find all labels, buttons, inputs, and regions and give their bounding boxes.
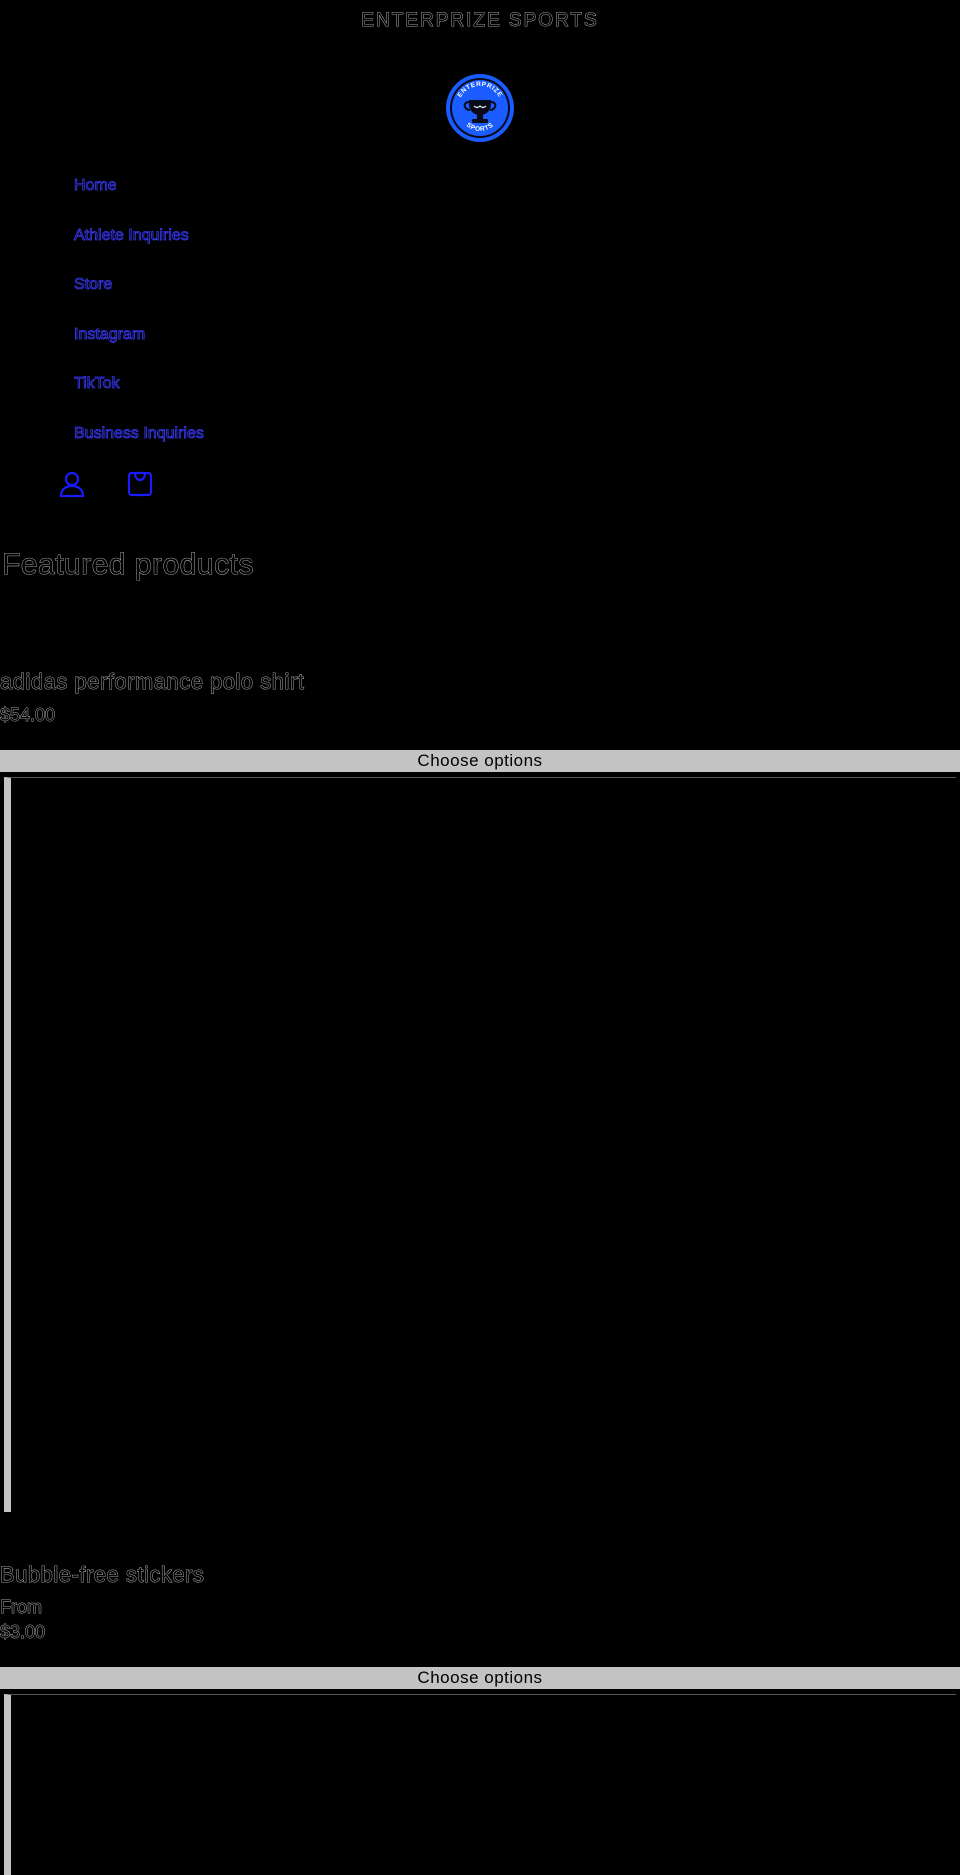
product-title[interactable]: adidas performance polo shirt: [0, 669, 304, 695]
choose-options-button[interactable]: Choose options: [0, 750, 960, 772]
header-icons: [58, 470, 154, 498]
nav-link-store[interactable]: Store: [74, 276, 113, 294]
nav-link-instagram[interactable]: Instagram: [74, 325, 146, 343]
nav-link-athlete-inquiries[interactable]: Athlete Inquiries: [74, 226, 190, 244]
nav-link-home[interactable]: Home: [74, 177, 117, 195]
announcement-bar: ENTERPRIZE SPORTS: [361, 10, 599, 32]
product-image-frame[interactable]: [4, 777, 956, 1512]
product-price: $3.00: [0, 1622, 46, 1643]
cart-icon[interactable]: [126, 470, 154, 498]
choose-options-button[interactable]: Choose options: [0, 1667, 960, 1689]
nav-link-tiktok[interactable]: TikTok: [74, 375, 120, 393]
trophy-logo-icon: ENTERPRIZE SPORTS: [446, 74, 514, 142]
product-price-from-label: From: [0, 1597, 42, 1618]
product-price: $54.00: [0, 705, 56, 726]
store-logo[interactable]: ENTERPRIZE SPORTS: [445, 73, 515, 143]
product-image-frame[interactable]: [4, 1694, 956, 1875]
nav-link-business-inquiries[interactable]: Business Inquiries: [74, 424, 205, 442]
main-navigation: Home Athlete Inquiries Store Instagram T…: [74, 170, 205, 467]
account-icon[interactable]: [58, 470, 86, 498]
product-title[interactable]: Bubble-free stickers: [0, 1562, 204, 1588]
featured-products-title: Featured products: [2, 548, 254, 582]
